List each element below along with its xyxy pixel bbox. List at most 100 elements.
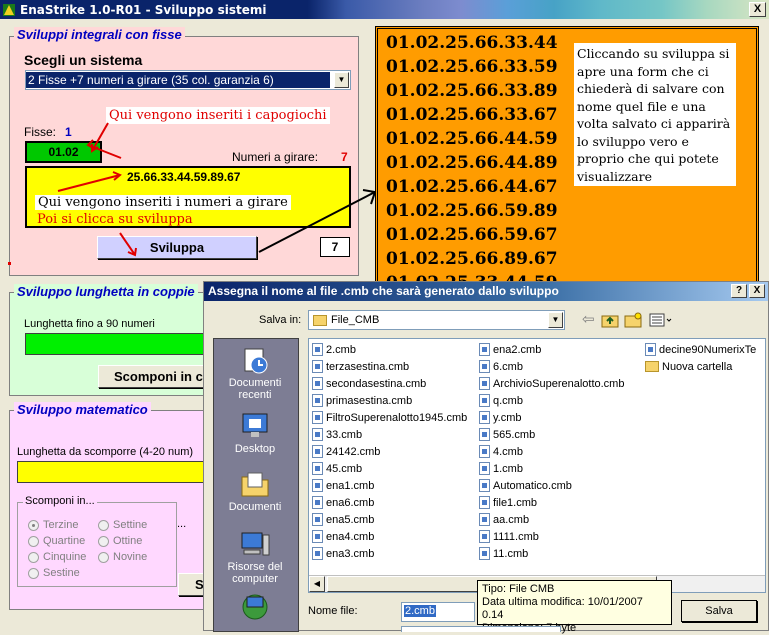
chevron-down-icon[interactable]: ▼ xyxy=(548,312,563,328)
radio-ottine[interactable]: Ottine xyxy=(98,535,142,547)
file-icon xyxy=(312,513,323,526)
filetype-select-edge[interactable] xyxy=(401,626,561,632)
file-item[interactable]: ena2.cmb xyxy=(479,341,541,358)
dialog-title-bar[interactable]: Assegna il nome al file .cmb che sarà ge… xyxy=(204,282,768,301)
save-button[interactable]: Salva xyxy=(681,600,757,622)
file-name: Nuova cartella xyxy=(662,360,733,373)
window-close-button[interactable]: X xyxy=(749,2,766,17)
scroll-left-icon[interactable]: ◀ xyxy=(309,576,325,592)
radio-dot-icon xyxy=(28,551,39,563)
file-item[interactable]: ArchivioSuperenalotto.cmb xyxy=(479,375,624,392)
file-item[interactable]: 1.cmb xyxy=(479,460,523,477)
radio-quartine[interactable]: Quartine xyxy=(28,535,85,547)
result-line: 01.02.25.66.59.67 xyxy=(386,225,558,245)
result-line: 01.02.25.66.44.67 xyxy=(386,177,558,197)
ellipsis-text: ... xyxy=(177,518,187,530)
section-matematico-legend: Sviluppo matematico xyxy=(14,402,151,417)
lunghetta-label: Lunghetta fino a 90 numeri xyxy=(24,318,155,330)
file-item[interactable]: q.cmb xyxy=(479,392,523,409)
file-list[interactable]: 2.cmb terzasestina.cmb secondasestina.cmb p… xyxy=(308,338,766,593)
file-item[interactable]: 33.cmb xyxy=(312,426,362,443)
file-item[interactable]: ena6.cmb xyxy=(312,494,374,511)
documents-folder-icon xyxy=(241,472,269,497)
file-name: 6.cmb xyxy=(493,360,523,373)
file-item[interactable]: 1111.cmb xyxy=(479,528,539,545)
save-in-select[interactable]: File_CMB ▼ xyxy=(308,310,565,330)
results-list: 01.02.25.66.33.44 01.02.25.66.33.59 01.0… xyxy=(386,33,558,283)
file-item[interactable]: 565.cmb xyxy=(479,426,535,443)
file-item[interactable]: aa.cmb xyxy=(479,511,529,528)
scomporre-input[interactable] xyxy=(17,461,212,483)
file-icon xyxy=(479,513,490,526)
new-folder-icon[interactable] xyxy=(624,312,642,328)
radio-dot-icon xyxy=(28,535,39,547)
radio-dot-icon xyxy=(28,519,39,531)
file-item[interactable]: y.cmb xyxy=(479,409,522,426)
view-menu-icon[interactable] xyxy=(649,313,673,327)
file-icon xyxy=(312,462,323,475)
file-item[interactable]: file1.cmb xyxy=(479,494,537,511)
place-network[interactable] xyxy=(214,591,296,623)
file-item[interactable]: 2.cmb xyxy=(312,341,356,358)
file-item[interactable]: terzasestina.cmb xyxy=(312,358,409,375)
file-icon xyxy=(312,530,323,543)
place-computer[interactable]: Risorse del computer xyxy=(214,529,296,585)
file-icon xyxy=(312,411,323,424)
radio-dot-icon xyxy=(28,567,39,579)
file-item[interactable]: 45.cmb xyxy=(312,460,362,477)
file-item[interactable]: ena1.cmb xyxy=(312,477,374,494)
file-name: aa.cmb xyxy=(493,513,530,526)
file-name: 2.cmb xyxy=(326,343,356,356)
result-line: 01.02.25.66.44.59 xyxy=(386,129,558,149)
file-name: decine90NumerixTe xyxy=(659,343,757,356)
file-item[interactable]: 4.cmb xyxy=(479,443,523,460)
dialog-help-button[interactable]: ? xyxy=(731,284,747,298)
file-name: FiltroSuperenalotto1945.cmb xyxy=(326,411,468,424)
file-icon xyxy=(312,377,323,390)
radio-sestine[interactable]: Sestine xyxy=(28,567,80,579)
save-dialog[interactable]: Assegna il nome al file .cmb che sarà ge… xyxy=(203,281,769,634)
file-item[interactable]: decine90NumerixTe xyxy=(645,341,756,358)
file-icon xyxy=(312,496,323,509)
file-item[interactable]: FiltroSuperenalotto1945.cmb xyxy=(312,409,467,426)
radio-cinquine[interactable]: Cinquine xyxy=(28,551,86,563)
file-icon xyxy=(479,394,490,407)
file-item[interactable]: primasestina.cmb xyxy=(312,392,412,409)
scomponi-coppie-label: Scomponi in c xyxy=(114,369,203,384)
radio-novine[interactable]: Novine xyxy=(98,551,147,563)
file-name: 1111.cmb xyxy=(493,530,539,543)
filename-input[interactable]: 2.cmb xyxy=(401,602,475,622)
place-desktop[interactable]: Desktop xyxy=(214,411,296,455)
scomponi-coppie-button[interactable]: Scomponi in c xyxy=(98,365,210,388)
radio-terzine[interactable]: Terzine xyxy=(28,519,78,531)
filename-label: Nome file: xyxy=(308,605,358,617)
radio-settine[interactable]: Settine xyxy=(98,519,147,531)
lunghetta-input[interactable] xyxy=(25,333,215,355)
file-icon xyxy=(479,360,490,373)
radio-dot-icon xyxy=(98,535,109,547)
file-item[interactable]: secondasestina.cmb xyxy=(312,375,426,392)
file-item[interactable]: Automatico.cmb xyxy=(479,477,572,494)
file-item[interactable]: 24142.cmb xyxy=(312,443,380,460)
red-dot xyxy=(8,262,11,265)
save-label: Salva xyxy=(705,605,733,617)
place-documents[interactable]: Documenti xyxy=(214,469,296,513)
file-item[interactable]: ena3.cmb xyxy=(312,545,374,562)
file-name: ena3.cmb xyxy=(326,547,375,560)
file-icon xyxy=(312,360,323,373)
place-recent[interactable]: Documenti recenti xyxy=(214,345,296,401)
file-item[interactable]: Nuova cartella xyxy=(645,358,732,375)
section-lunghetta-panel: Sviluppo lunghetta in coppie Lunghetta f… xyxy=(9,284,215,396)
dialog-close-button[interactable]: X xyxy=(749,284,765,298)
scomponi-group-label: Scomponi in... xyxy=(23,495,97,507)
up-folder-icon[interactable] xyxy=(601,312,619,328)
desktop-icon xyxy=(242,413,268,437)
file-item[interactable]: 11.cmb xyxy=(479,545,528,562)
back-arrow-icon[interactable]: ⇦ xyxy=(582,310,595,328)
result-line: 01.02.25.66.59.89 xyxy=(386,201,558,221)
file-icon xyxy=(312,394,323,407)
file-item[interactable]: ena5.cmb xyxy=(312,511,374,528)
recent-documents-icon xyxy=(244,348,268,374)
file-item[interactable]: ena4.cmb xyxy=(312,528,374,545)
file-item[interactable]: 6.cmb xyxy=(479,358,523,375)
